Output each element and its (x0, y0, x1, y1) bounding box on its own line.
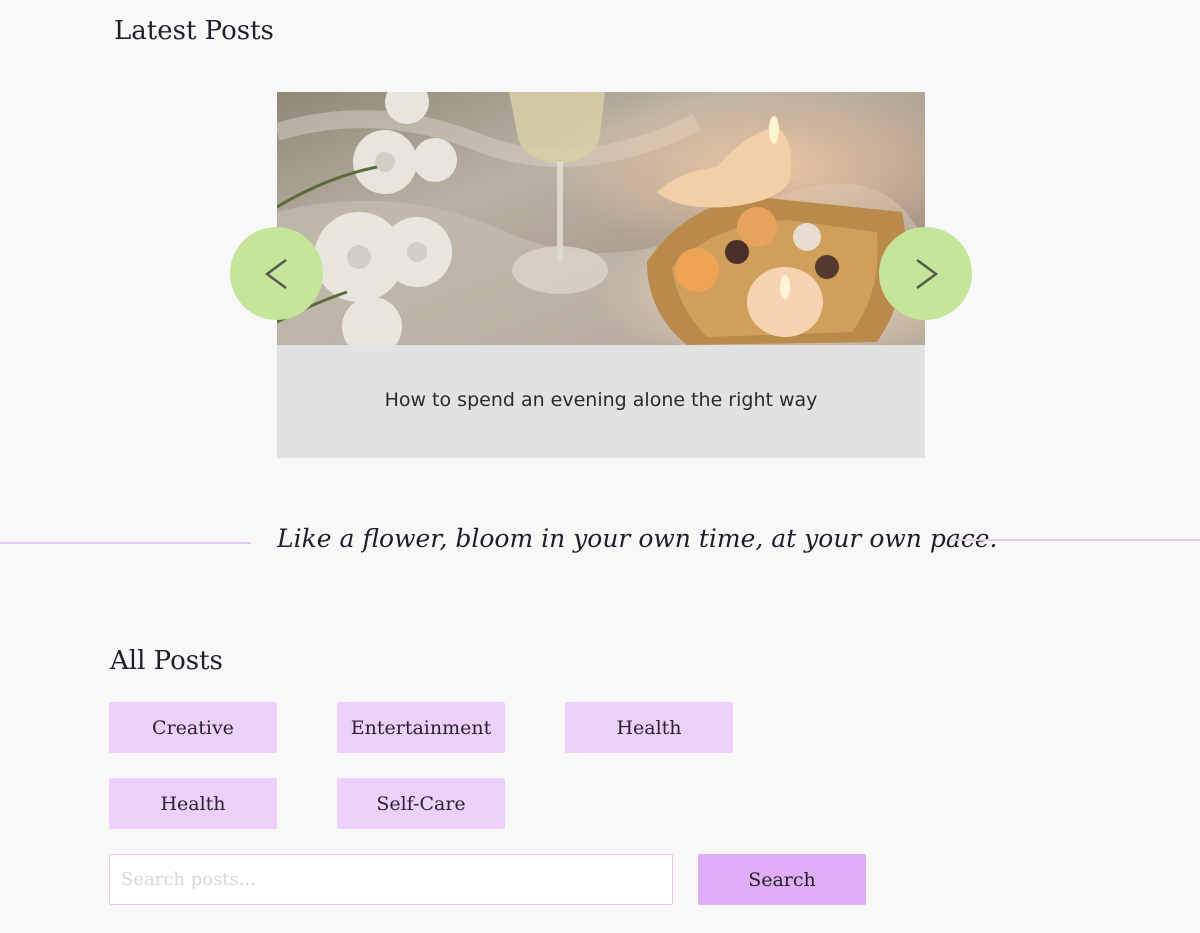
slide-caption-box[interactable]: How to spend an evening alone the right … (277, 345, 925, 458)
slide-image[interactable] (277, 92, 925, 345)
latest-posts-title: Latest Posts (114, 16, 274, 46)
category-button-entertainment[interactable]: Entertainment (337, 702, 505, 753)
category-button-health[interactable]: Health (565, 702, 733, 753)
slide-caption[interactable]: How to spend an evening alone the right … (385, 389, 818, 411)
search-button[interactable]: Search (698, 854, 866, 905)
candle-flowers-photo (277, 92, 925, 345)
quote-text: Like a flower, bloom in your own time, a… (277, 524, 998, 553)
all-posts-title: All Posts (110, 646, 223, 676)
chevron-left-icon (264, 258, 287, 289)
quote-divider-left (0, 542, 251, 544)
category-button-health-2[interactable]: Health (109, 778, 277, 829)
carousel-next-button[interactable] (879, 227, 972, 320)
quote-divider-right (951, 539, 1200, 541)
category-button-self-care[interactable]: Self-Care (337, 778, 505, 829)
chevron-right-icon (915, 258, 938, 289)
category-button-creative[interactable]: Creative (109, 702, 277, 753)
latest-posts-carousel: How to spend an evening alone the right … (277, 92, 925, 458)
carousel-prev-button[interactable] (230, 227, 323, 320)
search-input[interactable] (109, 854, 673, 905)
